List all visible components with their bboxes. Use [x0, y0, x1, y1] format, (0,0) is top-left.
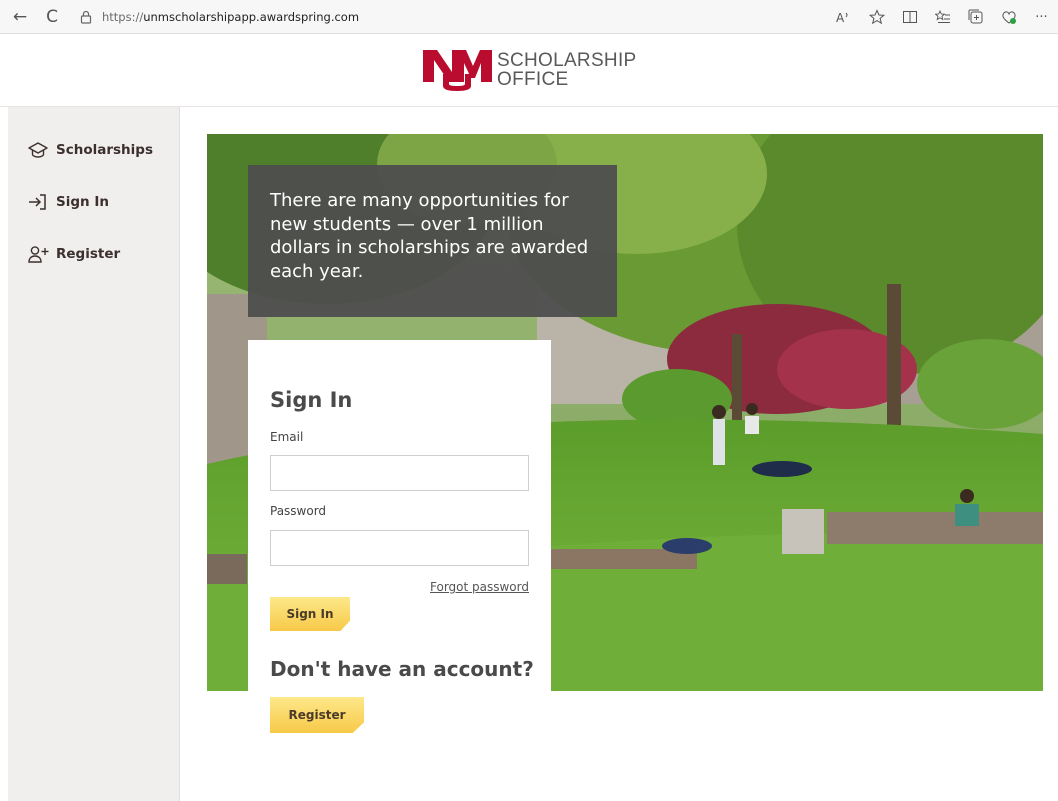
add-user-icon [28, 243, 56, 265]
sidebar-item-sign-in[interactable]: Sign In [28, 189, 109, 215]
signin-title: Sign In [270, 388, 353, 412]
sidebar-item-scholarships[interactable]: Scholarships [28, 137, 153, 163]
browser-essentials-icon[interactable] [992, 2, 1025, 32]
collections-icon[interactable] [959, 2, 992, 32]
sidebar: Scholarships Sign In Register [8, 107, 180, 801]
browser-toolbar: ← C https://unmscholarshipapp.awardsprin… [0, 0, 1058, 34]
forgot-password-link[interactable]: Forgot password [430, 580, 529, 594]
svg-text:A: A [836, 11, 845, 24]
sidebar-item-label: Scholarships [56, 142, 153, 158]
browser-actions: A ··· [827, 0, 1058, 34]
split-screen-icon[interactable] [893, 2, 926, 32]
lock-icon [77, 8, 95, 26]
unm-logo[interactable]: SCHOLARSHIP OFFICE [421, 48, 637, 92]
back-arrow-icon[interactable]: ← [5, 2, 35, 32]
hero-banner-text: There are many opportunities for new stu… [270, 190, 589, 282]
url-text: https://unmscholarshipapp.awardspring.co… [102, 10, 359, 24]
email-label: Email [270, 430, 304, 444]
favorite-star-icon[interactable] [860, 2, 893, 32]
site-header: SCHOLARSHIP OFFICE [0, 34, 1058, 107]
graduation-cap-icon [28, 139, 56, 161]
read-aloud-icon[interactable]: A [827, 2, 860, 32]
sidebar-item-label: Sign In [56, 194, 109, 210]
hero-banner: There are many opportunities for new stu… [248, 165, 617, 317]
signin-button[interactable]: Sign In [270, 597, 350, 631]
sidebar-item-label: Register [56, 246, 121, 262]
favorites-list-icon[interactable] [926, 2, 959, 32]
address-bar[interactable]: https://unmscholarshipapp.awardspring.co… [77, 4, 359, 30]
sign-in-icon [28, 191, 56, 213]
url-host: unmscholarshipapp.awardspring.com [143, 9, 360, 24]
no-account-heading: Don't have an account? [270, 657, 534, 681]
sidebar-item-register[interactable]: Register [28, 241, 120, 267]
logo-text: SCHOLARSHIP OFFICE [497, 51, 637, 89]
more-menu-icon[interactable]: ··· [1025, 2, 1058, 32]
register-button[interactable]: Register [270, 697, 364, 733]
logo-line-1: SCHOLARSHIP [497, 50, 637, 71]
refresh-icon[interactable]: C [37, 2, 67, 32]
password-field[interactable] [270, 530, 529, 566]
logo-line-2: OFFICE [497, 69, 569, 90]
password-label: Password [270, 504, 327, 518]
unm-logo-mark-icon [423, 50, 492, 91]
signin-card: Sign In Email Password Forgot password S… [248, 340, 551, 691]
url-scheme: https:// [102, 9, 144, 24]
email-field[interactable] [270, 455, 529, 491]
